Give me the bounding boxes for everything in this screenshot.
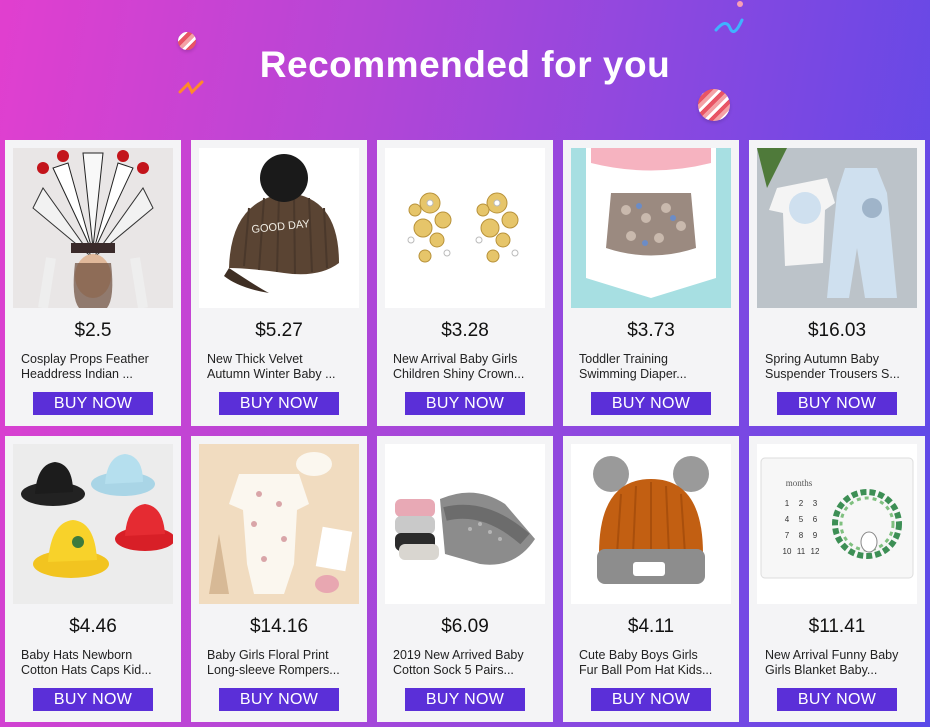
product-price: $11.41	[808, 616, 866, 637]
product-card[interactable]: $16.03 Spring Autumn Baby Suspender Trou…	[749, 140, 925, 426]
blanket-number: 3	[813, 499, 818, 508]
blanket-number: 12	[811, 547, 820, 556]
blanket-number: 5	[799, 515, 804, 524]
knee-pads-image[interactable]	[385, 444, 545, 604]
product-card[interactable]: $3.28 New Arrival Baby Girls Children Sh…	[377, 140, 553, 426]
product-name[interactable]: Spring Autumn Baby Suspender Trousers S.…	[765, 352, 913, 382]
buy-now-button[interactable]: BUY NOW	[405, 688, 525, 711]
blanket-number: 11	[797, 547, 806, 556]
product-card[interactable]: $4.46 Baby Hats Newborn Cotton Hats Caps…	[5, 436, 181, 722]
blanket-number: 9	[813, 531, 818, 540]
product-card[interactable]: GOOD DAY $5.27 New Thick Velvet Autumn W…	[191, 140, 367, 426]
blanket-number: 7	[785, 531, 790, 540]
product-price: $4.46	[69, 616, 117, 637]
product-name[interactable]: Toddler Training Swimming Diaper...	[579, 352, 727, 382]
blanket-number: 4	[785, 515, 790, 524]
product-card[interactable]: $14.16 Baby Girls Floral Print Long-slee…	[191, 436, 367, 722]
streamer-decoration	[714, 1, 744, 34]
velvet-cap-image[interactable]: GOOD DAY	[199, 148, 359, 308]
product-price: $3.28	[441, 320, 489, 341]
blanket-number: 1	[785, 499, 790, 508]
buy-now-button[interactable]: BUY NOW	[219, 392, 339, 415]
buy-now-button[interactable]: BUY NOW	[405, 392, 525, 415]
blanket-number: 8	[799, 531, 804, 540]
product-price: $16.03	[807, 320, 867, 341]
blanket-number: 6	[813, 515, 818, 524]
product-name[interactable]: Cute Baby Boys Girls Fur Ball Pom Hat Ki…	[579, 648, 727, 678]
buy-now-button[interactable]: BUY NOW	[33, 392, 153, 415]
product-card[interactable]: $2.5 Cosplay Props Feather Headdress Ind…	[5, 140, 181, 426]
product-price: $14.16	[249, 616, 309, 637]
product-name[interactable]: New Thick Velvet Autumn Winter Baby ...	[207, 352, 355, 382]
buy-now-button[interactable]: BUY NOW	[591, 392, 711, 415]
product-name[interactable]: New Arrival Funny Baby Girls Blanket Bab…	[765, 648, 913, 678]
blanket-number: 2	[799, 499, 804, 508]
blanket-title: months	[786, 478, 813, 488]
buy-now-button[interactable]: BUY NOW	[591, 688, 711, 711]
buy-now-button[interactable]: BUY NOW	[777, 392, 897, 415]
flower-earrings-image[interactable]	[385, 148, 545, 308]
product-price: $6.09	[441, 616, 489, 637]
product-name[interactable]: Baby Hats Newborn Cotton Hats Caps Kid..…	[21, 648, 169, 678]
product-card[interactable]: $4.11 Cute Baby Boys Girls Fur Ball Pom …	[563, 436, 739, 722]
feather-headdress-image[interactable]	[13, 148, 173, 308]
product-price: $2.5	[74, 320, 112, 341]
baby-outfit-image[interactable]	[757, 148, 917, 308]
product-price: $5.27	[255, 320, 303, 341]
bucket-hats-image[interactable]	[13, 444, 173, 604]
product-name[interactable]: 2019 New Arrived Baby Cotton Sock 5 Pair…	[393, 648, 541, 678]
pom-hat-image[interactable]	[571, 444, 731, 604]
product-card[interactable]: $6.09 2019 New Arrived Baby Cotton Sock …	[377, 436, 553, 722]
product-grid: $2.5 Cosplay Props Feather Headdress Ind…	[5, 140, 925, 722]
buy-now-button[interactable]: BUY NOW	[777, 688, 897, 711]
product-card[interactable]: months 1 2 3 4 5 6 7 8 9 10 11 12 $11.41 New Arriva…	[749, 436, 925, 722]
striped-ball-decoration	[698, 89, 730, 121]
buy-now-button[interactable]: BUY NOW	[33, 688, 153, 711]
product-price: $3.73	[627, 320, 675, 341]
product-price: $4.11	[627, 616, 675, 637]
product-name[interactable]: Baby Girls Floral Print Long-sleeve Romp…	[207, 648, 355, 678]
product-name[interactable]: Cosplay Props Feather Headdress Indian .…	[21, 352, 169, 382]
floral-romper-image[interactable]	[199, 444, 359, 604]
buy-now-button[interactable]: BUY NOW	[219, 688, 339, 711]
banner-header: Recommended for you	[0, 0, 930, 140]
product-card[interactable]: $3.73 Toddler Training Swimming Diaper..…	[563, 140, 739, 426]
milestone-blanket-image[interactable]: months 1 2 3 4 5 6 7 8 9 10 11 12	[757, 444, 917, 604]
product-name[interactable]: New Arrival Baby Girls Children Shiny Cr…	[393, 352, 541, 382]
blanket-number: 10	[783, 547, 792, 556]
swim-diaper-image[interactable]	[571, 148, 731, 308]
page-title: Recommended for you	[259, 44, 671, 85]
